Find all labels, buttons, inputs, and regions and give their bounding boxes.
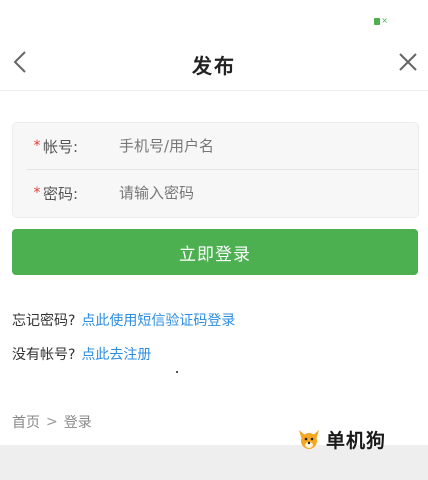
register-line: 没有帐号? 点此去注册 — [12, 344, 151, 364]
breadcrumb-home[interactable]: 首页 — [12, 412, 40, 432]
forgot-password-label: 忘记密码? — [12, 313, 76, 329]
password-label: 密码: — [43, 184, 79, 203]
breadcrumb-separator: > — [46, 414, 58, 430]
page-title: 发布 — [192, 54, 236, 78]
account-input[interactable] — [117, 136, 401, 156]
watermark: 单机狗 — [296, 426, 386, 453]
sms-login-link[interactable]: 点此使用短信验证码登录 — [81, 310, 235, 330]
dog-logo-icon — [299, 429, 319, 449]
login-button[interactable]: 立即登录 — [12, 229, 418, 275]
no-account-label: 没有帐号? — [12, 347, 76, 363]
nav-bar: 发布 — [0, 40, 428, 91]
account-label: 帐号: — [43, 137, 79, 156]
password-input[interactable] — [117, 183, 401, 203]
required-mark: * — [33, 138, 41, 154]
required-mark: * — [33, 185, 41, 201]
battery-icon: × — [374, 17, 388, 25]
register-link[interactable]: 点此去注册 — [81, 344, 151, 364]
dot — [176, 371, 178, 373]
breadcrumb: 首页 > 登录 — [12, 412, 92, 432]
status-bar: × — [0, 0, 428, 40]
breadcrumb-current: 登录 — [63, 415, 92, 431]
forgot-password-line: 忘记密码? 点此使用短信验证码登录 — [12, 310, 235, 330]
close-button[interactable] — [396, 50, 420, 74]
password-row: * 密码: — [13, 170, 418, 216]
close-icon — [399, 53, 417, 71]
watermark-text: 单机狗 — [326, 430, 387, 452]
account-row: * 帐号: — [13, 123, 418, 169]
login-form: * 帐号: * 密码: — [12, 122, 419, 218]
